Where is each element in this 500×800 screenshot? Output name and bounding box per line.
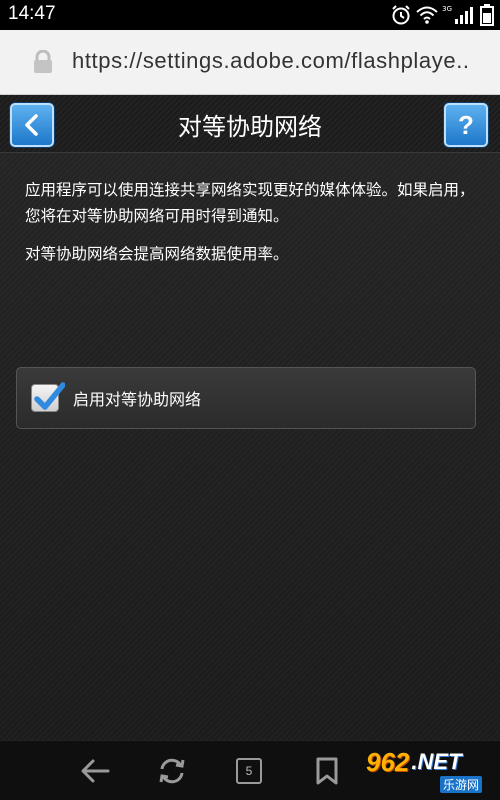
watermark-subtitle: 乐游网 — [440, 776, 483, 793]
alarm-icon — [390, 4, 412, 26]
url-bar[interactable]: https://settings.adobe.com/flashplaye.. — [0, 30, 500, 95]
help-button[interactable]: ? — [444, 103, 488, 147]
back-arrow-button[interactable] — [78, 755, 112, 787]
page-header: 对等协助网络 ? — [0, 95, 500, 153]
tabs-icon: 5 — [236, 758, 262, 784]
network-type-label: 3G — [442, 5, 452, 13]
refresh-button[interactable] — [155, 755, 189, 787]
refresh-icon — [159, 758, 185, 784]
data-usage-note: 对等协助网络会提高网络数据使用率。 — [25, 245, 289, 263]
site-watermark: 962 .NET 乐游网 — [360, 746, 496, 796]
enable-p2p-option[interactable]: 启用对等协助网络 — [16, 367, 476, 429]
watermark-logo: 962 .NET — [366, 746, 462, 777]
main-content: 应用程序可以使用连接共享网络实现更好的媒体体验。如果启用，您将在对等协助网络可用… — [0, 153, 500, 740]
checkmark-icon — [34, 382, 65, 410]
status-bar: 14:47 3G — [0, 0, 500, 30]
status-icons: 3G — [390, 3, 494, 27]
tabs-button[interactable]: 5 — [232, 755, 266, 787]
watermark-net: .NET — [411, 749, 462, 774]
watermark-number: 962 — [366, 746, 410, 777]
enable-p2p-checkbox[interactable] — [31, 382, 65, 412]
wifi-icon — [416, 5, 438, 25]
status-time: 14:47 — [8, 3, 56, 24]
battery-icon — [480, 4, 494, 26]
enable-p2p-label[interactable]: 启用对等协助网络 — [73, 386, 201, 410]
back-arrow-icon — [81, 759, 110, 783]
bookmark-button[interactable] — [310, 755, 344, 787]
page-title: 对等协助网络 — [178, 113, 322, 141]
description-text: 应用程序可以使用连接共享网络实现更好的媒体体验。如果启用，您将在对等协助网络可用… — [25, 181, 475, 225]
signal-icon — [454, 5, 476, 25]
bookmark-icon — [316, 757, 338, 785]
url-text[interactable]: https://settings.adobe.com/flashplaye.. — [72, 48, 472, 74]
lock-icon — [32, 49, 54, 78]
